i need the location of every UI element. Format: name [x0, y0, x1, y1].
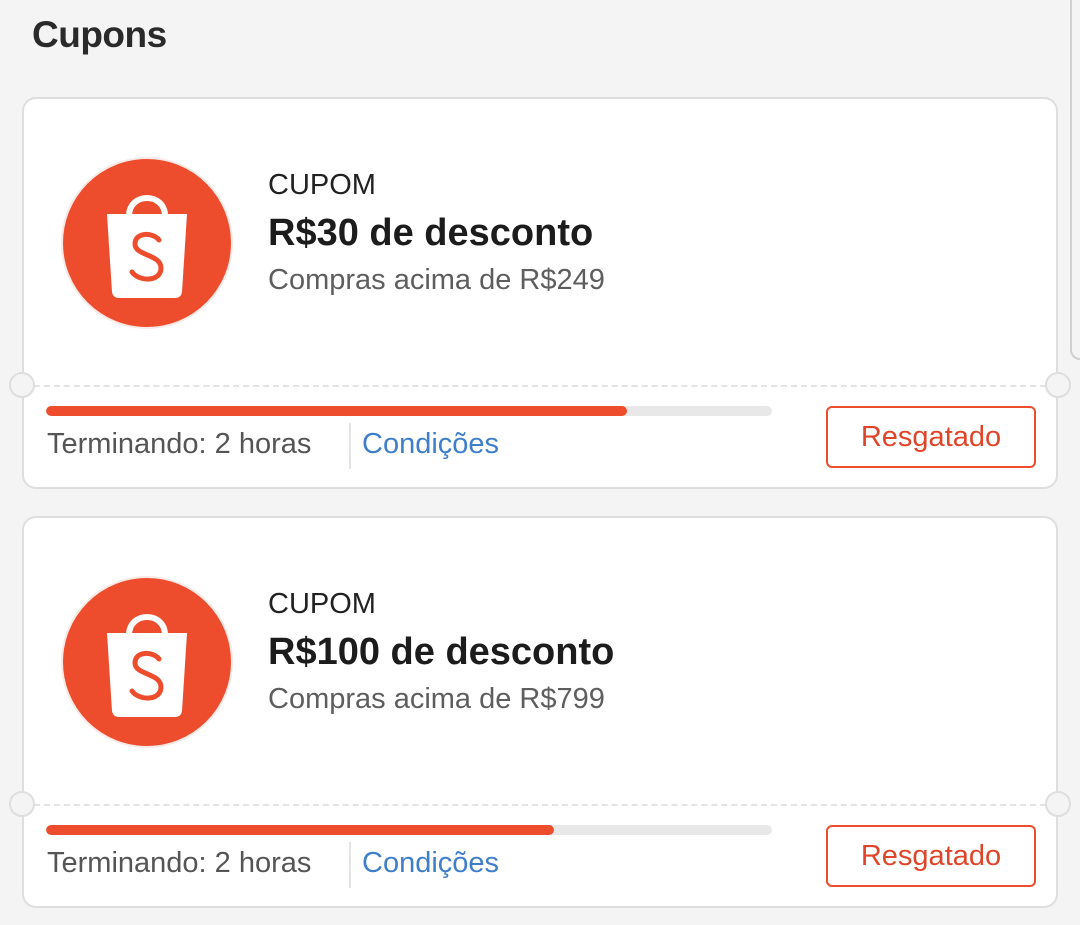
coupon-type-label: CUPOM — [268, 588, 376, 620]
coupon-min-spend: Compras acima de R$799 — [268, 683, 605, 715]
edge-scroll-indicator — [1070, 0, 1080, 360]
ticket-notch-right — [1045, 372, 1071, 398]
vertical-separator — [349, 423, 351, 469]
shopee-bag-icon — [61, 576, 233, 748]
usage-progress-bar — [46, 406, 772, 416]
ticket-notch-right — [1045, 791, 1071, 817]
redeemed-button[interactable]: Resgatado — [826, 825, 1036, 887]
coupon-card[interactable]: CUPOM R$30 de desconto Compras acima de … — [9, 97, 1071, 489]
ticket-notch-left — [9, 791, 35, 817]
dashed-divider — [24, 385, 1056, 387]
coupon-type-label: CUPOM — [268, 169, 376, 201]
ticket-notch-left — [9, 372, 35, 398]
dashed-divider — [24, 804, 1056, 806]
vertical-separator — [349, 842, 351, 888]
coupon-discount-amount: R$30 de desconto — [268, 212, 594, 254]
shopee-bag-icon — [61, 157, 233, 329]
section-title: Cupons — [32, 14, 167, 55]
usage-progress-bar — [46, 825, 772, 835]
conditions-link[interactable]: Condições — [362, 847, 499, 880]
redeemed-button[interactable]: Resgatado — [826, 406, 1036, 468]
usage-progress-fill — [46, 406, 627, 416]
expiry-text: Terminando: 2 horas — [47, 847, 312, 879]
coupon-min-spend: Compras acima de R$249 — [268, 264, 605, 296]
coupon-discount-amount: R$100 de desconto — [268, 631, 615, 673]
usage-progress-fill — [46, 825, 555, 835]
expiry-text: Terminando: 2 horas — [47, 428, 312, 460]
coupon-card[interactable]: CUPOM R$100 de desconto Compras acima de… — [9, 516, 1071, 908]
conditions-link[interactable]: Condições — [362, 428, 499, 461]
